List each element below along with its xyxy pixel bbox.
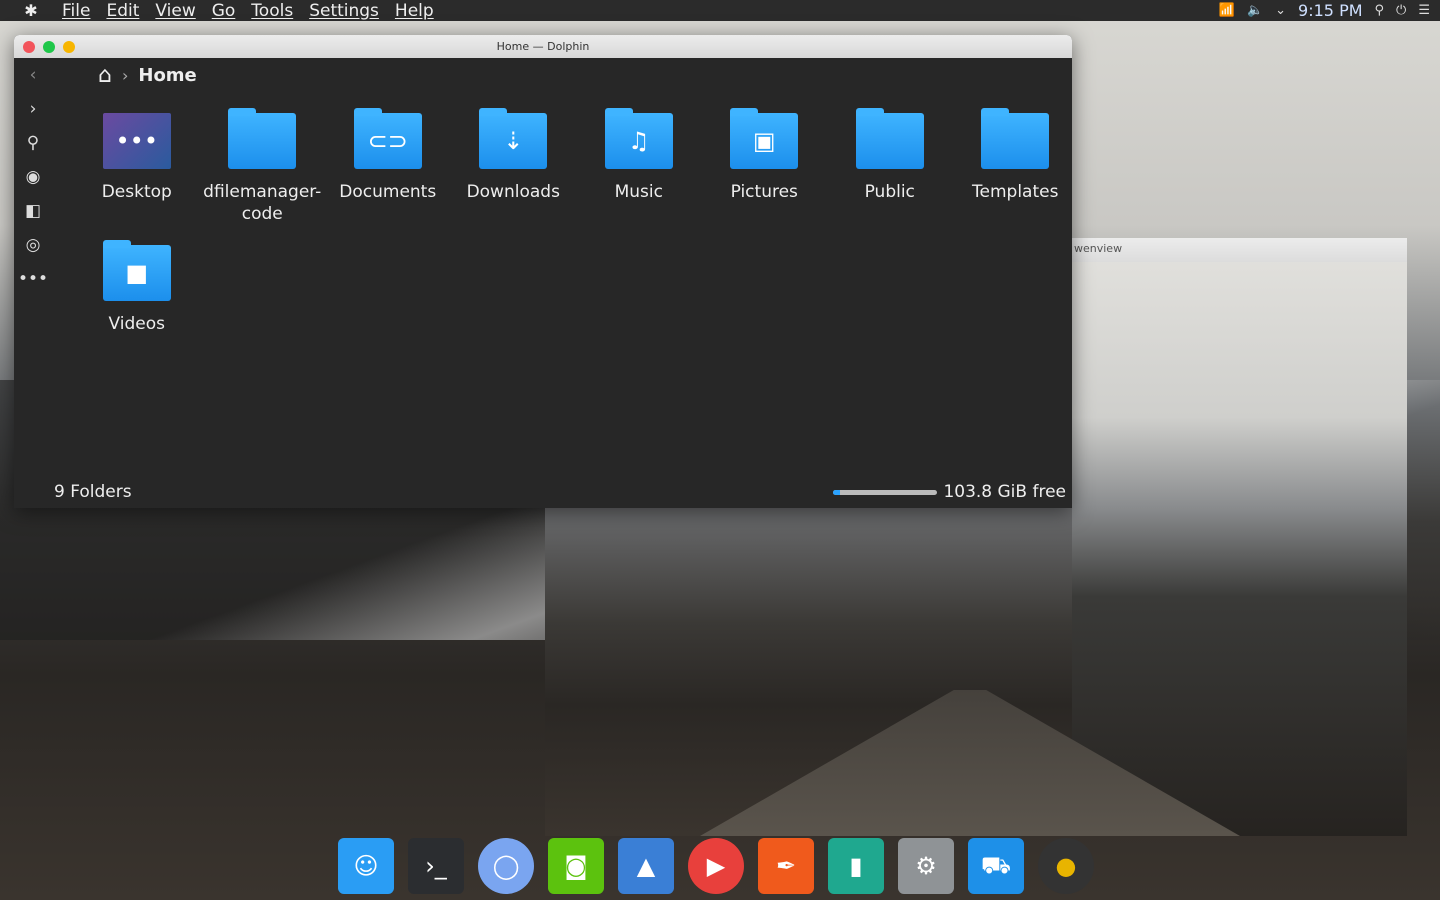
terminal-icon[interactable]: ›_ — [408, 838, 464, 894]
split-view-icon[interactable]: ◧ — [14, 194, 52, 228]
dolphin-window: Home — Dolphin ‹ › ⚲ ◉ ◧ ◎ ••• ⌂ › Home … — [14, 35, 1072, 508]
folder-item[interactable]: ▣ Pictures — [702, 108, 828, 225]
preview-eye-icon[interactable]: ◉ — [14, 160, 52, 194]
more-icon[interactable]: ••• — [14, 262, 52, 296]
gwenview-window[interactable]: wenview — [1072, 238, 1407, 836]
folder-name: Videos — [108, 314, 166, 334]
desktop-folder-icon: ••• — [102, 113, 171, 169]
top-panel: ✱ File Edit View Go Tools Settings Help … — [0, 0, 1440, 21]
home-icon[interactable]: ⌂ — [98, 63, 112, 88]
folder-name: Documents — [339, 182, 437, 202]
status-folder-count: 9 Folders — [54, 482, 132, 502]
wifi-icon[interactable]: 📶 — [1219, 3, 1235, 18]
power-icon[interactable]: ⏻ — [1396, 3, 1406, 18]
search-icon[interactable]: ⚲ — [1375, 3, 1385, 18]
documents-folder-icon: ⊂⊃ — [353, 108, 422, 169]
folder-item[interactable]: ⇣ Downloads — [451, 108, 577, 225]
videos-folder-icon: ■ — [102, 240, 171, 301]
camera-icon[interactable]: ◙ — [548, 838, 604, 894]
menu-icon[interactable]: ☰ — [1418, 3, 1430, 18]
menu-edit[interactable]: Edit — [106, 1, 139, 21]
close-button[interactable] — [23, 41, 35, 53]
menu-help[interactable]: Help — [395, 1, 434, 21]
folder-item[interactable]: dfilemanager-code — [200, 108, 326, 225]
menu-view[interactable]: View — [155, 1, 195, 21]
forward-icon[interactable]: › — [14, 92, 52, 126]
downloads-folder-icon: ⇣ — [479, 108, 548, 169]
folder-name: Music — [614, 182, 663, 202]
settings-icon[interactable]: ⚙ — [898, 838, 954, 894]
dock: ☺ ›_ ◯ ◙ ▲ ▶ ✒ ▮ ⚙ ⛟ ● — [338, 838, 1094, 894]
folder-folder-icon — [228, 108, 297, 169]
menu-go[interactable]: Go — [212, 1, 236, 21]
folder-name: dfilemanager-code — [203, 182, 322, 224]
files-icon[interactable]: ☺ — [338, 838, 394, 894]
folder-name: Downloads — [466, 182, 560, 202]
breadcrumb: ⌂ › Home — [58, 63, 197, 88]
folder-item[interactable]: ♫ Music — [576, 108, 702, 225]
back-icon[interactable]: ‹ — [14, 58, 52, 92]
folder-name: Desktop — [101, 182, 172, 202]
folder-item[interactable]: ⊂⊃ Documents — [325, 108, 451, 225]
music-folder-icon: ♫ — [604, 108, 673, 169]
app-launcher-icon[interactable]: ✱ — [0, 1, 62, 20]
folder-item[interactable]: ■ Videos — [74, 240, 200, 335]
window-titlebar[interactable]: Home — Dolphin — [14, 35, 1072, 58]
youtube-icon[interactable]: ▶ — [688, 838, 744, 894]
folder-name: Pictures — [730, 182, 798, 202]
folder-folder-icon — [981, 108, 1050, 169]
gwenview-title: wenview — [1072, 238, 1407, 262]
search-icon[interactable]: ⚲ — [14, 126, 52, 160]
menu-tools[interactable]: Tools — [251, 1, 293, 21]
image-viewer-icon[interactable]: ▲ — [618, 838, 674, 894]
folder-item[interactable]: Public — [827, 108, 953, 225]
folder-grid: ••• Desktop dfilemanager-code ⊂⊃ Documents ⇣ D… — [74, 108, 1073, 335]
folder-item[interactable]: Templates — [953, 108, 1073, 225]
store-icon[interactable]: ⛟ — [968, 838, 1024, 894]
maximize-button[interactable] — [63, 41, 75, 53]
folder-item[interactable]: ••• Desktop — [74, 113, 200, 225]
chevron-down-icon[interactable]: ⌄ — [1275, 3, 1286, 18]
hidden-files-icon[interactable]: ◎ — [14, 228, 52, 262]
folder-name: Public — [864, 182, 915, 202]
chromium-icon[interactable]: ◯ — [478, 838, 534, 894]
breadcrumb-home[interactable]: Home — [138, 65, 196, 86]
music-player-icon[interactable]: ● — [1038, 838, 1094, 894]
clock[interactable]: 9:15 PM — [1298, 1, 1362, 20]
volume-icon[interactable]: 🔈 — [1247, 3, 1263, 18]
free-space: 103.8 GiB free — [833, 482, 1066, 502]
writer-icon[interactable]: ✒ — [758, 838, 814, 894]
free-space-bar — [833, 489, 938, 495]
pictures-folder-icon: ▣ — [730, 108, 799, 169]
toolbar: ‹ › ⚲ ◉ ◧ ◎ ••• — [14, 58, 52, 296]
folder-folder-icon — [855, 108, 924, 169]
folder-name: Templates — [972, 182, 1059, 202]
chevron-right-icon: › — [121, 66, 129, 85]
charts-icon[interactable]: ▮ — [828, 838, 884, 894]
minimize-button[interactable] — [43, 41, 55, 53]
menu-settings[interactable]: Settings — [309, 1, 379, 21]
free-space-label: 103.8 GiB free — [943, 482, 1066, 502]
menu-file[interactable]: File — [62, 1, 90, 21]
window-title: Home — Dolphin — [496, 40, 590, 53]
